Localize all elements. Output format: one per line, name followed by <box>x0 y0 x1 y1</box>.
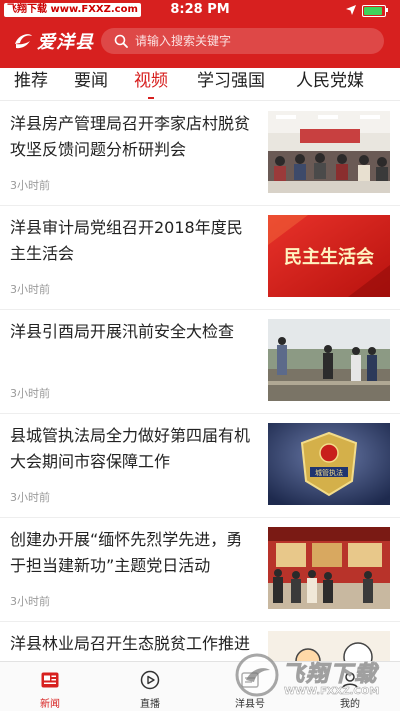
watermark-text: 飞翔下载 <box>281 662 379 688</box>
news-item[interactable]: 创建办开展“缅怀先烈学先进，勇于担当建新功”主题党日活动 3小时前 <box>0 517 400 622</box>
active-tab-indicator <box>148 97 154 99</box>
app-header: 飞翔下载 www.FXXZ.com 8:28 PM 爱洋县 <box>0 0 400 68</box>
status-time: 8:28 PM <box>170 2 230 17</box>
news-list: 洋县房产管理局召开李家店村脱贫攻坚反馈问题分析研判会 3小时前 洋县审计局党组召… <box>0 101 400 661</box>
status-bar: 飞翔下载 www.FXXZ.com 8:28 PM <box>0 0 400 20</box>
search-icon <box>114 34 128 48</box>
news-icon <box>41 672 59 688</box>
news-title: 洋县审计局党组召开2018年度民主生活会 <box>10 218 243 263</box>
search-input[interactable] <box>135 28 365 54</box>
news-title: 洋县引酉局开展汛前安全大检查 <box>10 322 235 341</box>
news-title: 创建办开展“缅怀先烈学先进，勇于担当建新功”主题党日活动 <box>10 530 243 575</box>
news-time: 3小时前 <box>10 387 50 400</box>
news-thumbnail: 城管执法 <box>268 423 390 505</box>
news-title: 县城管执法局全力做好第四届有机大会期间市容保障工作 <box>10 426 251 471</box>
news-time: 3小时前 <box>10 595 50 608</box>
battery-level-fill <box>364 7 382 15</box>
battery-icon <box>362 5 386 17</box>
tab-xuexi-qiangguo[interactable]: 学习强国 <box>197 68 265 100</box>
watermark-url: WWW.FXXZ.COM <box>284 686 380 698</box>
thumbnail-caption: 民主生活会 <box>284 246 374 268</box>
tab-video[interactable]: 视频 <box>134 68 168 100</box>
location-arrow-icon <box>346 5 356 15</box>
news-title: 洋县林业局召开生态脱贫工作推进会 <box>10 634 251 661</box>
news-title: 洋县房产管理局召开李家店村脱贫攻坚反馈问题分析研判会 <box>10 114 251 159</box>
app-logo[interactable]: 爱洋县 <box>12 27 94 55</box>
news-time: 3小时前 <box>10 283 50 296</box>
watermark-logo-icon <box>235 653 279 697</box>
play-icon <box>140 670 160 690</box>
badge-caption: 城管执法 <box>315 468 343 477</box>
news-time: 3小时前 <box>10 179 50 192</box>
battery-cap <box>386 8 388 12</box>
nav-label: 直播 <box>140 699 160 710</box>
news-item[interactable]: 洋县引酉局开展汛前安全大检查 3小时前 <box>0 309 400 414</box>
search-bar[interactable] <box>101 28 384 54</box>
swirl-logo-icon <box>15 34 32 49</box>
news-time: 3小时前 <box>10 491 50 504</box>
tab-headlines[interactable]: 要闻 <box>74 68 108 100</box>
tab-label: 视频 <box>134 71 168 91</box>
news-item[interactable]: 洋县审计局党组召开2018年度民主生活会 3小时前 民主生活会 <box>0 205 400 310</box>
nav-news[interactable]: 新闻 <box>0 662 100 711</box>
tab-peoples-party-media[interactable]: 人民党媒 <box>296 68 364 100</box>
tab-label: 学习强国 <box>197 71 265 91</box>
news-thumbnail <box>268 111 390 193</box>
news-thumbnail <box>268 527 390 609</box>
news-thumbnail: 民主生活会 <box>268 215 390 297</box>
news-item[interactable]: 洋县房产管理局召开李家店村脱贫攻坚反馈问题分析研判会 3小时前 <box>0 101 400 206</box>
category-tabs: 推荐 要闻 视频 学习强国 人民党媒 <box>0 68 400 101</box>
nav-label: 新闻 <box>40 699 60 710</box>
tab-label: 人民党媒 <box>296 71 364 91</box>
news-thumbnail <box>268 319 390 401</box>
nav-live[interactable]: 直播 <box>100 662 200 711</box>
tab-label: 要闻 <box>74 71 108 91</box>
tab-label: 推荐 <box>14 71 48 91</box>
tab-recommend[interactable]: 推荐 <box>14 68 48 100</box>
news-item[interactable]: 县城管执法局全力做好第四届有机大会期间市容保障工作 3小时前 城管执法 <box>0 413 400 518</box>
watermark: 飞翔下载 WWW.FXXZ.COM <box>232 648 392 706</box>
logo-text: 爱洋县 <box>37 32 94 53</box>
